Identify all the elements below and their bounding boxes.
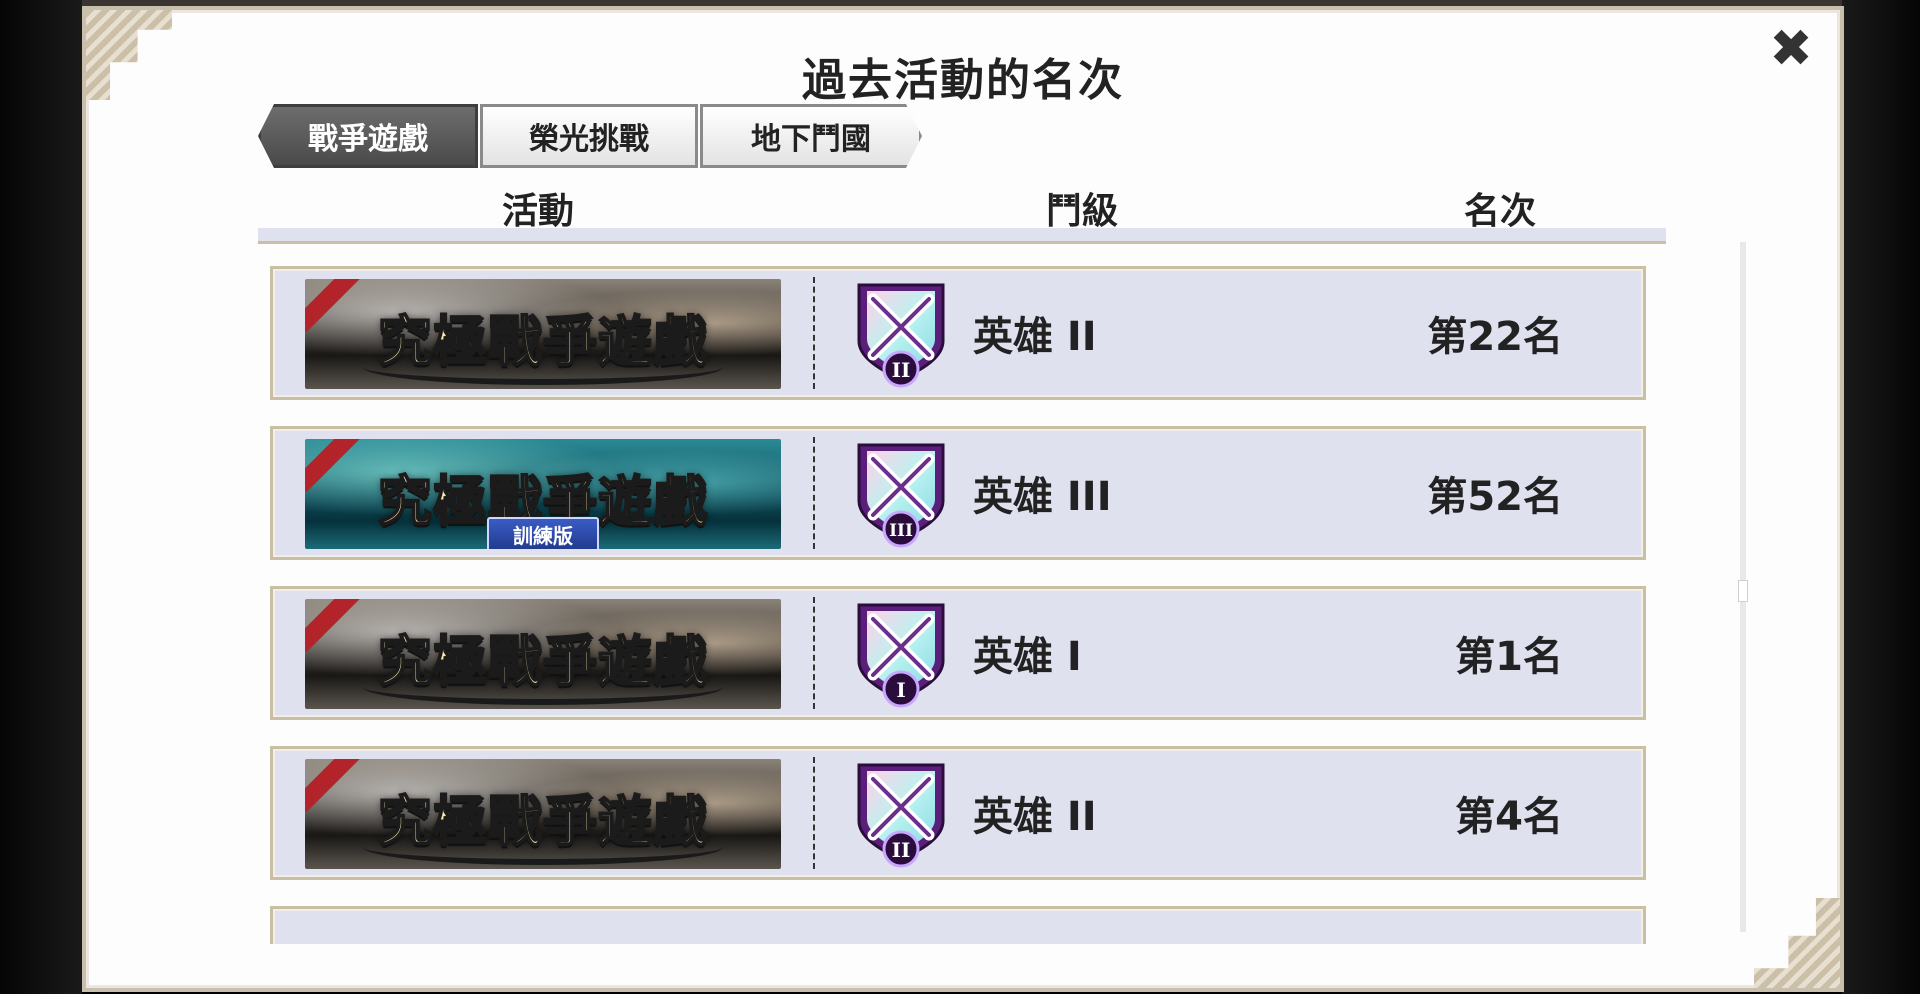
backdrop-right	[1842, 0, 1920, 994]
tier-label: 英雄 III	[973, 474, 1112, 520]
ranking-row[interactable]: 究極戰爭遊戲 訓練版 III 英雄 III 第52名	[270, 426, 1646, 560]
ranking-row[interactable]: 究極戰爭遊戲 II 英雄 II 第4名	[270, 746, 1646, 880]
ranking-list[interactable]: 究極戰爭遊戲 II 英雄 II 第22名 究極戰爭遊戲 訓練版 III 英雄 I…	[258, 242, 1666, 944]
event-banner: 究極戰爭遊戲	[305, 279, 781, 389]
close-icon[interactable]: ✖	[1769, 19, 1813, 79]
row-divider	[813, 597, 815, 709]
hero-badge-icon: II	[857, 763, 945, 868]
corner-ornament-bottom-right	[1754, 898, 1840, 988]
ranking-row[interactable]: 究極戰爭遊戲 I 英雄 I 第1名	[270, 586, 1646, 720]
tab-bar: 戰爭遊戲 榮光挑戰 地下鬥國	[258, 104, 924, 174]
svg-text:I: I	[896, 678, 905, 702]
backdrop-left	[0, 0, 82, 994]
row-divider	[813, 757, 815, 869]
svg-text:III: III	[889, 521, 913, 541]
past-ranking-dialog: 過去活動的名次 ✖ 戰爭遊戲 榮光挑戰 地下鬥國 活動 鬥級 名次 究極戰爭遊戲	[82, 6, 1844, 992]
tier-label: 英雄 II	[973, 314, 1097, 360]
close-button[interactable]: ✖	[1764, 19, 1818, 79]
hero-badge-icon: III	[857, 443, 945, 548]
row-divider	[813, 437, 815, 549]
dialog-title: 過去活動的名次	[802, 55, 1124, 106]
rank-label: 第22名	[1427, 314, 1563, 360]
tab-underground-arena[interactable]: 地下鬥國	[700, 104, 922, 168]
tab-glory-challenge[interactable]: 榮光挑戰	[480, 104, 698, 168]
scrollbar-thumb[interactable]	[1738, 580, 1748, 602]
svg-text:II: II	[892, 358, 911, 382]
rank-label: 第1名	[1455, 634, 1563, 680]
ranking-row-partial[interactable]	[270, 906, 1646, 944]
banner-title: 究極戰爭遊戲	[377, 628, 708, 694]
column-header-tier: 鬥級	[1046, 191, 1119, 232]
hero-badge-icon: II	[857, 283, 945, 388]
tab-war-game[interactable]: 戰爭遊戲	[258, 104, 478, 168]
tier-label: 英雄 I	[973, 634, 1082, 680]
hero-badge-icon: I	[857, 603, 945, 708]
tier-label: 英雄 II	[973, 794, 1097, 840]
rank-label: 第4名	[1455, 794, 1563, 840]
event-banner: 究極戰爭遊戲 訓練版	[305, 439, 781, 549]
event-banner: 究極戰爭遊戲	[305, 599, 781, 709]
rank-label: 第52名	[1427, 474, 1563, 520]
ranking-row[interactable]: 究極戰爭遊戲 II 英雄 II 第22名	[270, 266, 1646, 400]
banner-title: 究極戰爭遊戲	[377, 788, 708, 854]
event-banner: 究極戰爭遊戲	[305, 759, 781, 869]
column-header-rank: 名次	[1464, 191, 1537, 232]
banner-subtitle: 訓練版	[487, 517, 599, 549]
banner-title: 究極戰爭遊戲	[377, 308, 708, 374]
row-divider	[813, 277, 815, 389]
column-header-event: 活動	[502, 191, 575, 232]
svg-text:II: II	[892, 838, 911, 862]
